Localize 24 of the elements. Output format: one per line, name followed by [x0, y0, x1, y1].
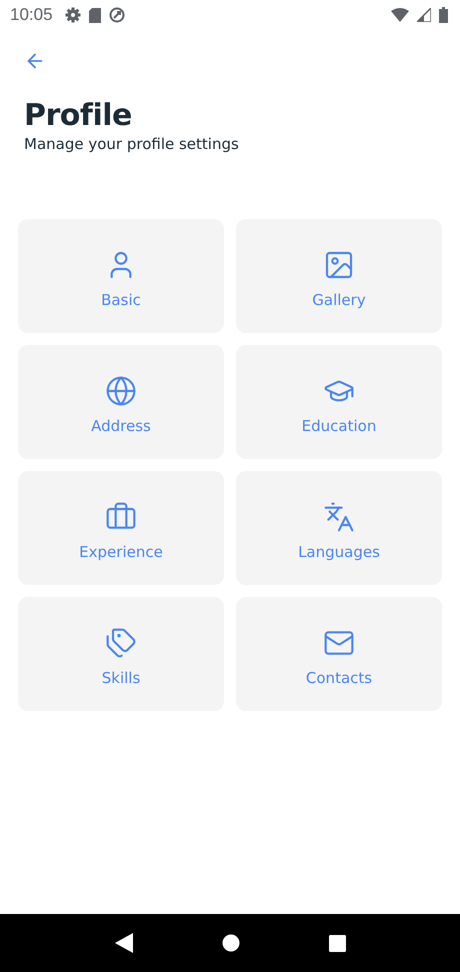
profile-section-card[interactable]: Address: [18, 345, 224, 459]
profile-section-card[interactable]: Gallery: [236, 219, 442, 333]
back-nav-button[interactable]: [114, 933, 132, 953]
sd-card-icon: [88, 8, 101, 22]
status-time: 10:05: [10, 5, 53, 25]
tag-icon: [105, 627, 137, 659]
profile-section-card[interactable]: Education: [236, 345, 442, 459]
settings-icon: [64, 7, 81, 23]
image-icon: [323, 249, 355, 281]
profile-section-card[interactable]: Languages: [236, 471, 442, 585]
globe-icon: [105, 375, 137, 407]
profile-section-card[interactable]: Skills: [18, 597, 224, 711]
recents-nav-button[interactable]: [328, 934, 346, 952]
profile-section-card[interactable]: Contacts: [236, 597, 442, 711]
profile-section-card[interactable]: Experience: [18, 471, 224, 585]
signal-icon: [417, 8, 431, 22]
page-title: Profile: [24, 98, 132, 133]
battery-icon: [439, 7, 448, 23]
data-saver-icon: [108, 7, 125, 23]
page-subtitle: Manage your profile settings: [24, 135, 239, 153]
home-nav-button[interactable]: [222, 934, 240, 952]
translate-icon: [323, 501, 355, 533]
profile-section-card[interactable]: Basic: [18, 219, 224, 333]
wifi-icon: [391, 8, 409, 22]
